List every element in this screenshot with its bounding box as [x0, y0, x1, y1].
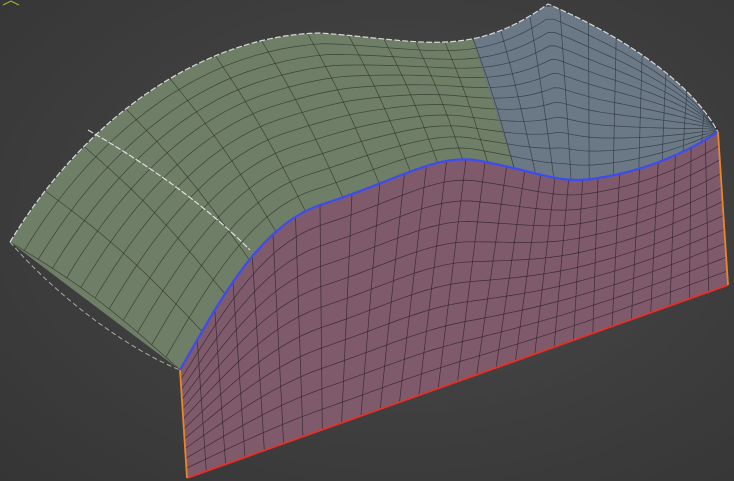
mesh-scene[interactable] — [0, 0, 734, 481]
3d-viewport[interactable] — [0, 0, 734, 481]
